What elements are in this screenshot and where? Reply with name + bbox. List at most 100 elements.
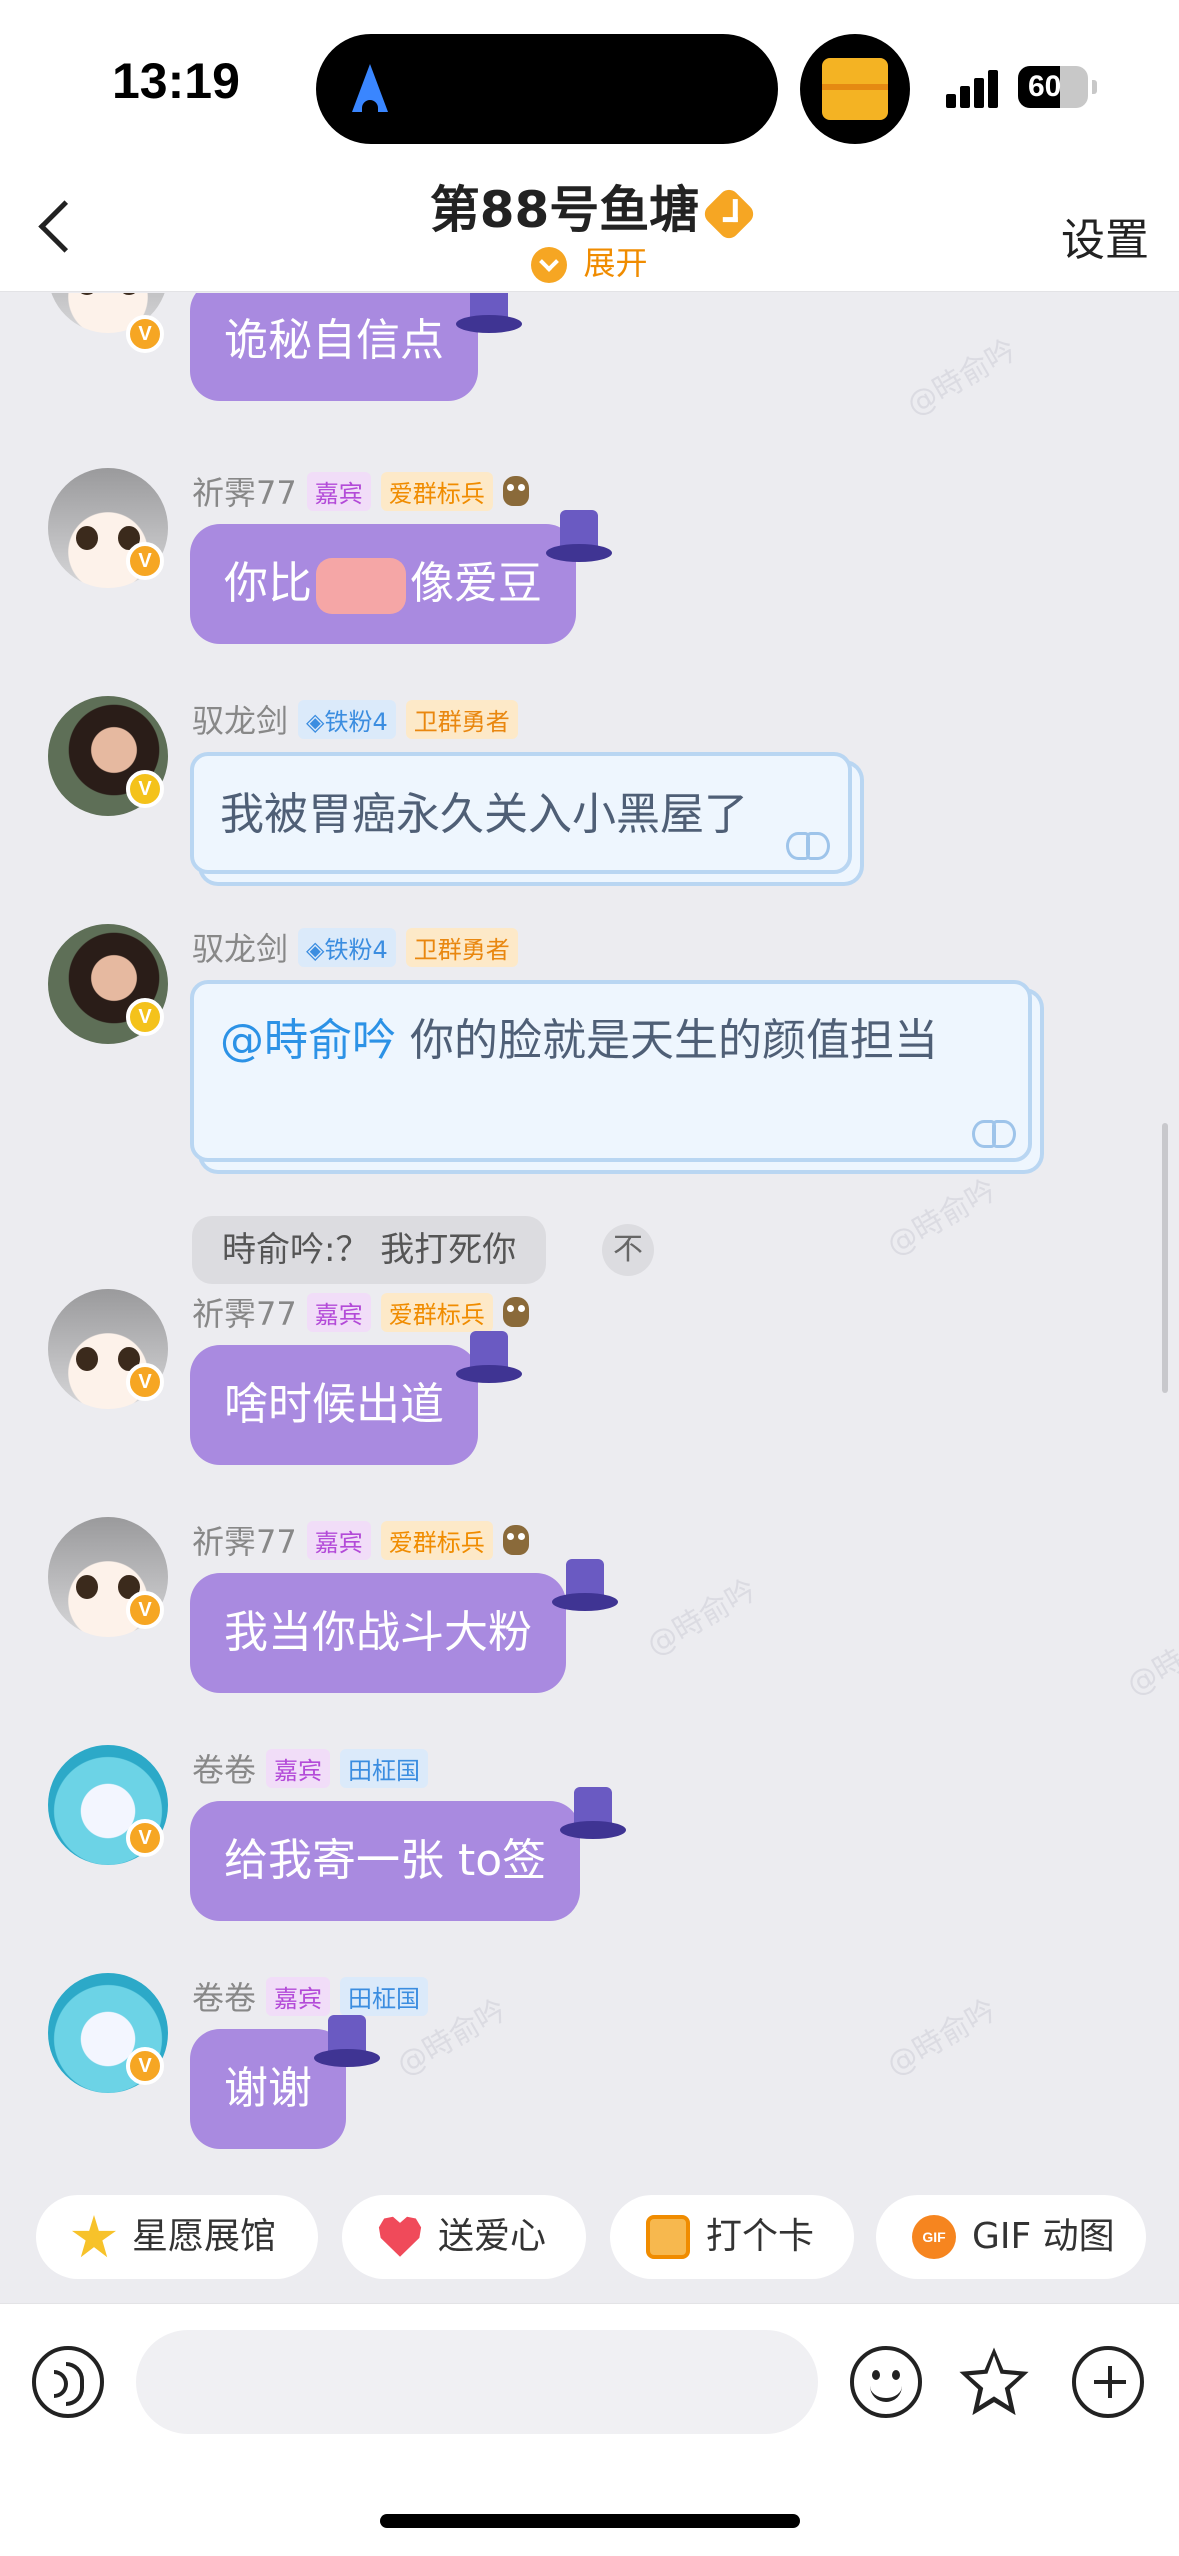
calendar-icon <box>646 2215 690 2259</box>
quick-action-star-gallery[interactable]: 星愿展馆 <box>36 2195 318 2279</box>
signal-icon <box>946 68 1002 108</box>
sender-line: 驭龙剑 ◈铁粉4 卫群勇者 <box>192 696 518 742</box>
sender-name: 祈霁77 <box>192 1523 297 1561</box>
message-card[interactable]: 我被胃癌永久关入小黑屋了 <box>190 752 852 874</box>
verified-badge-icon: V <box>126 1363 164 1401</box>
verified-badge-icon: V <box>126 770 164 808</box>
sender-line: 驭龙剑 ◈铁粉4 卫群勇者 <box>192 924 518 970</box>
tag-guard: 卫群勇者 <box>405 699 518 739</box>
voice-icon[interactable] <box>32 2346 104 2418</box>
top-hat-icon <box>456 1331 522 1385</box>
nav-bar: 第88号鱼塘 展开 设置 <box>0 160 1179 292</box>
quick-action-label: 送爱心 <box>438 2216 547 2257</box>
sender-name: 驭龙剑 <box>192 930 289 968</box>
status-bar: 13:19 60 <box>0 0 1179 160</box>
redacted-block <box>316 558 406 614</box>
chat-list[interactable]: @時俞吟 @時俞吟 @時俞吟 @時俞吟 @時俞吟 @時俞吟 V 诡秘自信点 V … <box>0 293 1179 2175</box>
heart-icon <box>378 2216 422 2257</box>
sender-name: 卷卷 <box>192 1979 257 2017</box>
quick-action-label: 打个卡 <box>706 2216 815 2257</box>
home-indicator[interactable] <box>380 2514 800 2528</box>
verified-badge-icon: V <box>126 1819 164 1857</box>
quick-action-gif[interactable]: GIF GIF 动图 <box>876 2195 1146 2279</box>
sender-line: 祈霁77 嘉宾 爱群标兵 <box>192 1289 529 1335</box>
message-text: 你比 <box>224 558 312 609</box>
settings-button[interactable]: 设置 <box>1061 204 1149 268</box>
message-bubble[interactable]: 我当你战斗大粉 <box>190 1573 566 1693</box>
tag-loyal: 爱群标兵 <box>380 1520 493 1560</box>
sender-name: 祈霁77 <box>192 1295 297 1333</box>
status-time: 13:19 <box>112 53 240 109</box>
tag-loyal: 爱群标兵 <box>380 1292 493 1332</box>
top-hat-icon <box>314 2015 380 2069</box>
expand-toggle[interactable]: 展开 <box>0 238 1179 284</box>
tag-guest: 嘉宾 <box>266 1976 331 2016</box>
sender-name: 驭龙剑 <box>192 702 289 740</box>
sender-name: 祈霁77 <box>192 474 297 512</box>
tag-idol: 田柾国 <box>340 1748 429 1788</box>
tag-idol: 田柾国 <box>340 1976 429 2016</box>
quick-action-label: GIF 动图 <box>972 2216 1115 2257</box>
sender-line: 祈霁77 嘉宾 爱群标兵 <box>192 1517 529 1563</box>
live-activity[interactable] <box>800 34 910 144</box>
bow-icon <box>972 1114 1016 1150</box>
sender-line: 祈霁77 嘉宾 爱群标兵 <box>192 468 529 514</box>
message-input[interactable] <box>136 2330 818 2434</box>
top-hat-icon <box>546 510 612 564</box>
verified-icon <box>701 185 758 242</box>
sender-name: 卷卷 <box>192 1751 257 1789</box>
navigation-arrow-icon <box>352 64 388 112</box>
message-text: 你的脸就是天生的颜值担当 <box>396 1015 938 1066</box>
expand-label: 展开 <box>583 244 648 282</box>
message-bubble[interactable]: 诡秘自信点 <box>190 293 478 401</box>
quick-action-send-love[interactable]: 送爱心 <box>342 2195 586 2279</box>
quick-action-check-in[interactable]: 打个卡 <box>610 2195 854 2279</box>
sender-line: 卷卷 嘉宾 田柾国 <box>192 1973 429 2019</box>
emoji-icon[interactable] <box>850 2346 922 2418</box>
message-card[interactable]: @時俞吟 你的脸就是天生的颜值担当 <box>190 980 1032 1162</box>
message-text: 像爱豆 <box>410 558 542 609</box>
owl-icon <box>502 1525 529 1555</box>
message-bubble[interactable]: 你比 像爱豆 <box>190 524 576 644</box>
battery-percent: 60 <box>1028 70 1062 103</box>
verified-badge-icon: V <box>126 998 164 1036</box>
tag-guard: 卫群勇者 <box>405 927 518 967</box>
verified-badge-icon: V <box>126 315 164 353</box>
verified-badge-icon: V <box>126 1591 164 1629</box>
sender-line: 卷卷 嘉宾 田柾国 <box>192 1745 429 1791</box>
top-hat-icon <box>552 1559 618 1613</box>
watermark: @時俞吟 <box>1121 1612 1179 1704</box>
top-hat-icon <box>456 293 522 335</box>
quick-action-label: 星愿展馆 <box>132 2216 277 2257</box>
watermark: @時俞吟 <box>641 1572 763 1664</box>
reply-jump-button[interactable]: 不 <box>602 1224 654 1276</box>
tag-loyal: 爱群标兵 <box>380 471 493 511</box>
quoted-reply[interactable]: 時俞吟:？ 我打死你 <box>192 1216 547 1284</box>
group-name: 第88号鱼塘 <box>429 181 700 239</box>
message-bubble[interactable]: 给我寄一张 to签 <box>190 1801 581 1921</box>
dynamic-island <box>316 34 778 144</box>
sticker-icon[interactable] <box>958 2346 1030 2418</box>
scrollbar[interactable] <box>1162 1123 1168 1393</box>
tag-guest: 嘉宾 <box>306 471 371 511</box>
top-hat-icon <box>560 1787 626 1841</box>
plus-icon[interactable] <box>1072 2346 1144 2418</box>
battery-icon: 60 <box>1018 66 1088 108</box>
quick-actions: 星愿展馆 送爱心 打个卡 GIF GIF 动图 <box>0 2175 1179 2303</box>
owl-icon <box>502 1297 529 1327</box>
watermark: @時俞吟 <box>881 1992 1003 2084</box>
tag-iron-fan: ◈铁粉4 <box>298 927 396 967</box>
tag-guest: 嘉宾 <box>306 1520 371 1560</box>
bow-icon <box>786 826 830 862</box>
chevron-down-icon <box>531 247 568 283</box>
tag-iron-fan: ◈铁粉4 <box>298 699 396 739</box>
verified-badge-icon: V <box>126 542 164 580</box>
page-title: 第88号鱼塘 <box>0 170 1179 242</box>
store-box-icon <box>822 58 888 120</box>
mention-link[interactable]: @時俞吟 <box>220 1015 396 1066</box>
star-icon <box>72 2215 116 2258</box>
message-bubble[interactable]: 啥时候出道 <box>190 1345 478 1465</box>
tag-guest: 嘉宾 <box>306 1292 371 1332</box>
gif-icon: GIF <box>912 2215 956 2259</box>
owl-icon <box>502 476 529 506</box>
